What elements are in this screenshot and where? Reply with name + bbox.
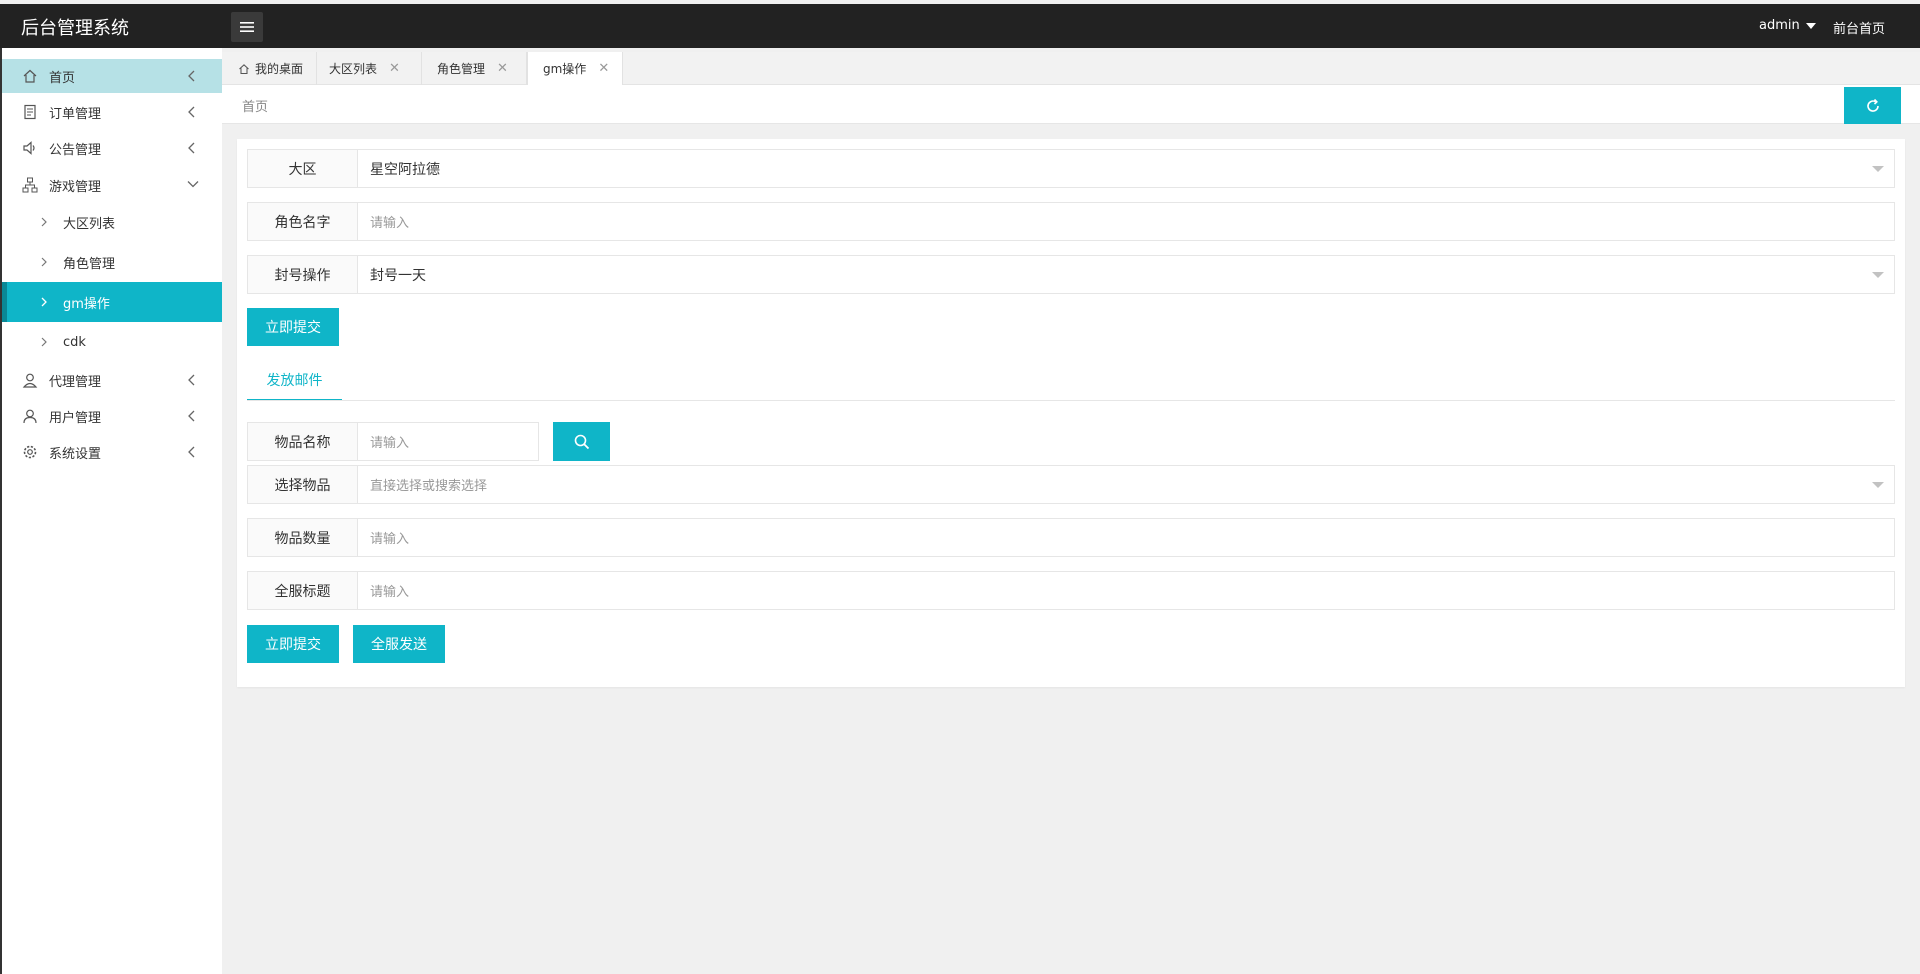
sidebar-sub-item-gm[interactable]: gm操作 [2,282,222,322]
sidebar-item-orders[interactable]: 订单管理 [2,95,222,129]
sidebar-sub-item-label: gm操作 [63,296,110,312]
sidebar-sub-item-cdk[interactable]: cdk [2,322,222,362]
gm-form-card: 大区 星空阿拉德 角色名字 请输入 封号操作 封号一天 立即提交 发放邮件 物品… [237,139,1905,687]
caret-down-icon [1805,22,1816,29]
ban-select[interactable]: 封号操作 封号一天 [247,255,1895,294]
app-title: 后台管理系统 [21,18,129,39]
front-page-link[interactable]: 前台首页 [1833,18,1885,37]
home-icon [239,63,249,74]
user-name: admin [1759,18,1800,33]
dropdown-arrow-icon [1872,272,1884,278]
chevron-left-icon [188,410,195,422]
sidebar-sub-item-regions[interactable]: 大区列表 [2,202,222,242]
sidebar-item-agents[interactable]: 代理管理 [2,363,222,397]
breadcrumb-bar: 首页 [222,85,1920,124]
refresh-icon [1866,98,1879,112]
active-indicator [2,282,7,322]
ban-label: 封号操作 [248,256,358,293]
close-icon[interactable]: ✕ [497,61,508,76]
chevron-down-icon [187,181,199,188]
close-icon[interactable]: ✕ [389,61,400,76]
role-name-field[interactable]: 角色名字 请输入 [247,202,1895,241]
hamburger-icon [240,22,254,32]
chevron-left-icon [188,374,195,386]
refresh-button[interactable] [1844,87,1901,124]
broadcast-button[interactable]: 全服发送 [353,625,445,663]
tab-label: 角色管理 [437,62,486,76]
submit-mail-button[interactable]: 立即提交 [247,625,339,663]
item-count-input[interactable]: 请输入 [370,519,409,556]
sidebar-sub-item-label: 大区列表 [63,216,116,232]
sidebar: 首页 订单管理 公告管理 游戏管理 大区列表 角色管理 gm操作 cdk 代理管… [0,48,222,974]
sidebar-item-label: 订单管理 [49,106,102,122]
close-icon[interactable]: ✕ [598,61,609,76]
sidebar-item-label: 首页 [49,70,76,86]
search-icon [574,434,589,449]
tab-desktop[interactable]: 我的桌面 [222,52,317,85]
sidebar-item-label: 用户管理 [49,410,102,426]
order-icon [24,104,36,120]
speaker-icon [23,141,35,155]
chevron-right-icon [41,217,47,227]
home-icon [23,69,37,83]
item-name-field[interactable]: 物品名称 请输入 [247,422,539,461]
search-item-button[interactable] [553,422,610,461]
region-label: 大区 [248,150,358,187]
tab-gm[interactable]: gm操作 ✕ [527,52,623,85]
select-item-label: 选择物品 [248,466,358,503]
user-menu[interactable]: admin [1759,18,1816,33]
dropdown-arrow-icon [1872,482,1884,488]
tab-divider [247,400,1895,401]
chevron-left-icon [188,70,195,82]
breadcrumb[interactable]: 首页 [242,96,268,115]
sidebar-item-game[interactable]: 游戏管理 [2,168,222,202]
chevron-right-icon [41,337,47,347]
item-name-label: 物品名称 [248,423,358,460]
sidebar-item-home[interactable]: 首页 [2,59,222,93]
tab-send-mail[interactable]: 发放邮件 [247,361,342,401]
tab-label: 我的桌面 [255,62,304,76]
sidebar-item-label: 游戏管理 [49,179,102,195]
submit-ban-button[interactable]: 立即提交 [247,308,339,346]
server-title-field[interactable]: 全服标题 请输入 [247,571,1895,610]
dropdown-arrow-icon [1872,166,1884,172]
item-count-label: 物品数量 [248,519,358,556]
server-title-input[interactable]: 请输入 [370,572,409,609]
region-value: 星空阿拉德 [370,161,440,178]
chevron-right-icon [41,297,47,307]
chevron-left-icon [188,142,195,154]
sidebar-item-notices[interactable]: 公告管理 [2,131,222,165]
role-name-input[interactable]: 请输入 [370,203,409,240]
menu-toggle-button[interactable] [231,12,263,42]
sidebar-item-label: 代理管理 [49,374,102,390]
sidebar-sub-item-label: 角色管理 [63,256,116,272]
tab-label: gm操作 [543,62,587,76]
region-select[interactable]: 大区 星空阿拉德 [247,149,1895,188]
sidebar-item-label: 公告管理 [49,142,102,158]
chevron-left-icon [188,446,195,458]
tab-regions[interactable]: 大区列表 ✕ [317,52,422,85]
user-icon [23,409,37,424]
select-item-field[interactable]: 选择物品 直接选择或搜索选择 [247,465,1895,504]
item-name-input[interactable]: 请输入 [370,423,409,460]
item-count-field[interactable]: 物品数量 请输入 [247,518,1895,557]
sidebar-item-label: 系统设置 [49,446,102,462]
sidebar-sub-item-roles[interactable]: 角色管理 [2,242,222,282]
gear-icon [23,445,37,459]
agent-icon [22,373,38,388]
chevron-right-icon [41,257,47,267]
sidebar-sub-item-label: cdk [63,334,86,350]
top-bar: 后台管理系统 admin 前台首页 [0,4,1920,48]
sidebar-item-settings[interactable]: 系统设置 [2,435,222,469]
chevron-left-icon [188,106,195,118]
role-name-label: 角色名字 [248,203,358,240]
ban-value: 封号一天 [370,267,426,284]
tab-roles[interactable]: 角色管理 ✕ [422,52,527,85]
tab-label: 大区列表 [329,62,378,76]
page-tabs: 我的桌面 大区列表 ✕ 角色管理 ✕ gm操作 ✕ [222,52,1920,85]
select-item-input[interactable]: 直接选择或搜索选择 [370,466,487,503]
sidebar-item-users[interactable]: 用户管理 [2,399,222,433]
sitemap-icon [22,177,38,193]
server-title-label: 全服标题 [248,572,358,609]
